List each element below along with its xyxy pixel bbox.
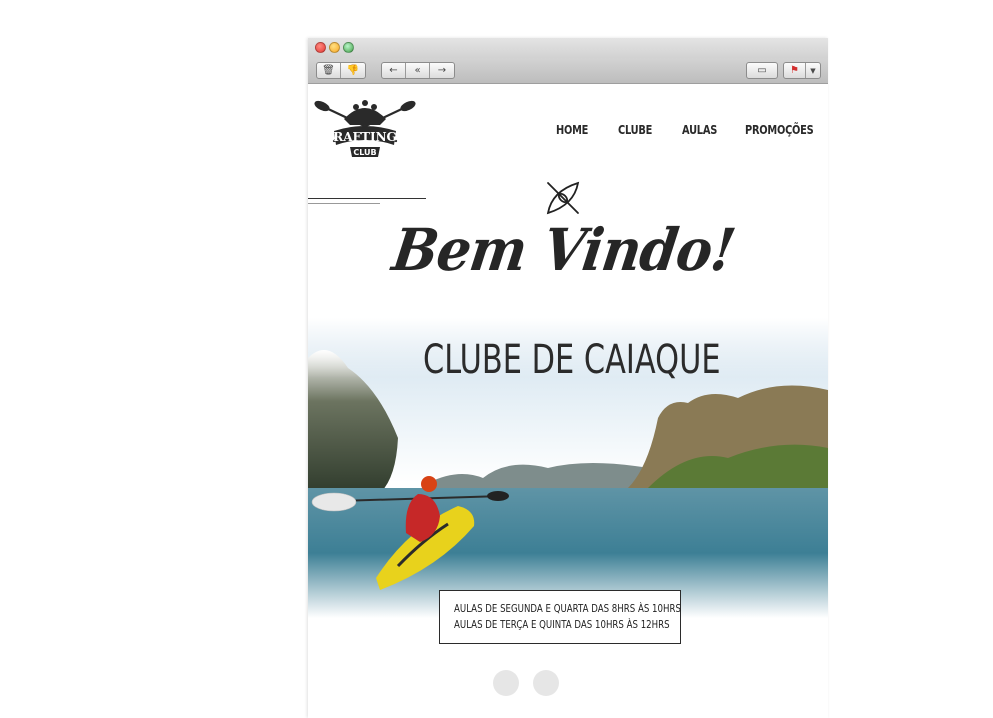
close-window-button[interactable] xyxy=(315,42,326,53)
chevron-down-icon: ▼ xyxy=(810,66,816,75)
rafting-club-logo[interactable]: RAFTING CLUB xyxy=(314,91,416,167)
junk-button[interactable]: 👎 xyxy=(341,63,365,78)
nav-aulas-link[interactable]: AULAS xyxy=(682,123,717,139)
schedule-box: AULAS DE SEGUNDA E QUARTA DAS 8HRS ÀS 10… xyxy=(439,590,681,644)
print-icon: ▭ xyxy=(757,65,767,76)
reply-button[interactable]: ← xyxy=(382,63,406,78)
logo-subword: CLUB xyxy=(353,148,376,157)
flag-group: ⚑ ▼ xyxy=(783,62,821,79)
kayak-icon xyxy=(546,181,580,215)
decorative-line xyxy=(308,198,426,199)
social-icon[interactable] xyxy=(493,670,519,696)
schedule-line: AULAS DE SEGUNDA E QUARTA DAS 8HRS ÀS 10… xyxy=(454,603,681,615)
mail-toolbar: 🗑 👎 ← « → ▭ ⚑ ▼ xyxy=(308,58,828,84)
nav-clube-link[interactable]: CLUBE xyxy=(618,123,652,139)
junk-icon: 👎 xyxy=(346,65,360,76)
mail-window: 🗑 👎 ← « → ▭ ⚑ ▼ RAFTING CLUB HOME CLUBE … xyxy=(308,38,828,718)
flag-menu-button[interactable]: ▼ xyxy=(806,63,820,78)
print-button[interactable]: ▭ xyxy=(747,63,777,78)
forward-button[interactable]: → xyxy=(430,63,454,78)
nav-promocoes-link[interactable]: PROMOÇÕES xyxy=(745,123,814,139)
decorative-line xyxy=(308,203,380,204)
reply-group: ← « → xyxy=(381,62,455,79)
delete-junk-group: 🗑 👎 xyxy=(316,62,366,79)
club-subheadline: CLUBE DE CAIAQUE xyxy=(423,337,721,383)
delete-icon: 🗑 xyxy=(322,65,335,76)
forward-icon: → xyxy=(437,65,447,76)
reply-all-icon: « xyxy=(414,65,421,76)
flag-button[interactable]: ⚑ xyxy=(784,63,806,78)
logo-wordmark: RAFTING xyxy=(333,130,397,144)
email-body: RAFTING CLUB HOME CLUBE AULAS PROMOÇÕES xyxy=(308,85,828,718)
nav-home-link[interactable]: HOME xyxy=(556,123,588,139)
minimize-window-button[interactable] xyxy=(329,42,340,53)
flag-icon: ⚑ xyxy=(790,65,799,76)
zoom-window-button[interactable] xyxy=(343,42,354,53)
welcome-headline: Bem Vindo! xyxy=(388,216,739,284)
reply-icon: ← xyxy=(389,65,398,76)
window-titlebar xyxy=(308,38,828,58)
delete-button[interactable]: 🗑 xyxy=(317,63,341,78)
reply-all-button[interactable]: « xyxy=(406,63,430,78)
schedule-line: AULAS DE TERÇA E QUINTA DAS 10HRS ÀS 12H… xyxy=(454,619,670,631)
social-icon[interactable] xyxy=(533,670,559,696)
print-group: ▭ xyxy=(746,62,778,79)
